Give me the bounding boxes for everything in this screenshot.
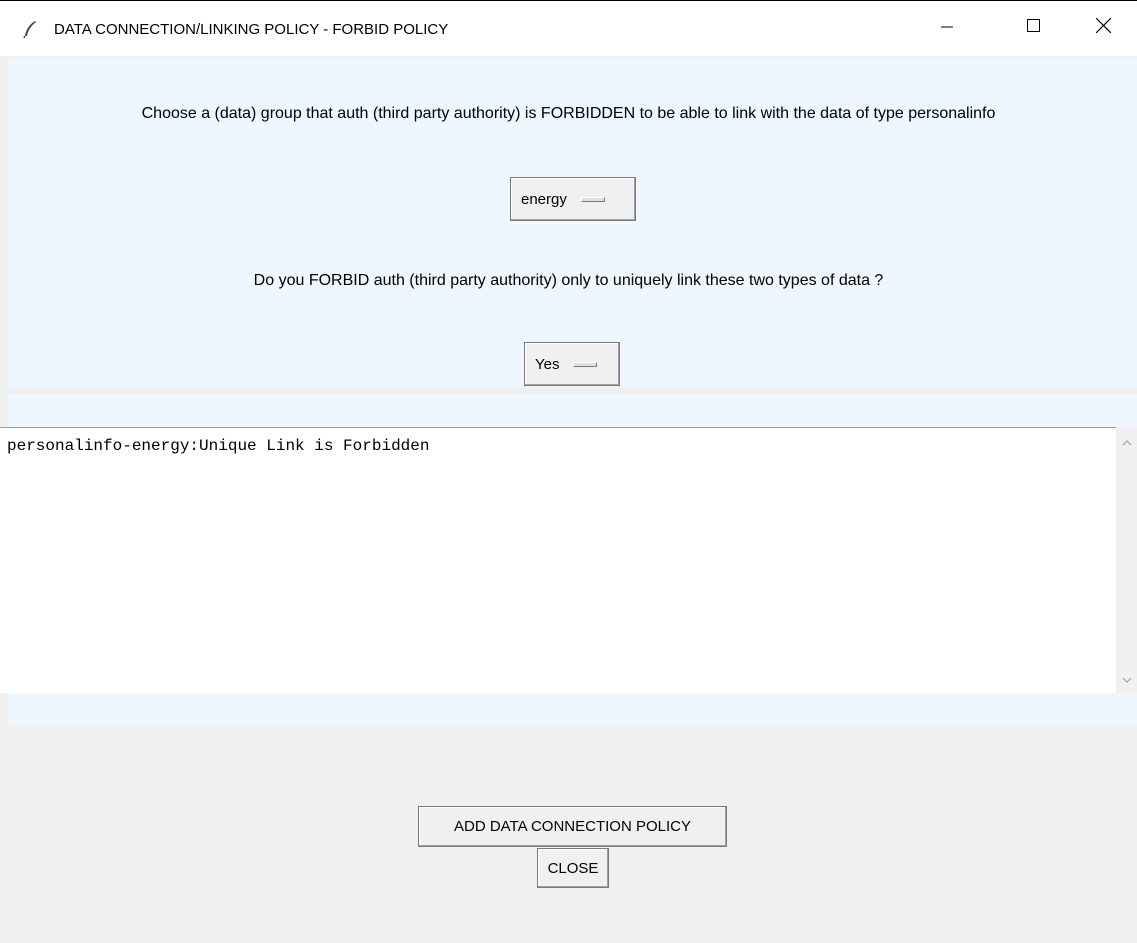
feather-icon [22, 20, 38, 39]
unique-link-prompt-label: Do you FORBID auth (third party authorit… [253, 272, 884, 289]
add-policy-button[interactable]: ADD DATA CONNECTION POLICY [418, 806, 727, 847]
vertical-scrollbar[interactable] [1116, 427, 1137, 693]
spacer-panel [8, 693, 1137, 727]
minimize-button[interactable] [919, 0, 975, 56]
option-menu-indicator-icon [580, 196, 605, 202]
group-selected-value: energy [521, 190, 567, 208]
option-menu-indicator-icon [573, 361, 598, 367]
maximize-button[interactable] [1005, 0, 1061, 56]
close-icon [1095, 17, 1111, 38]
scroll-up-button[interactable] [1116, 431, 1137, 453]
close-button[interactable]: CLOSE [537, 848, 609, 888]
unique-link-option-menu[interactable]: Yes [524, 342, 620, 386]
window-title: DATA CONNECTION/LINKING POLICY - FORBID … [54, 21, 449, 38]
chevron-down-icon [1122, 670, 1132, 688]
separator [8, 387, 1137, 394]
group-option-menu[interactable]: energy [510, 177, 636, 221]
close-window-button[interactable] [1075, 0, 1131, 56]
group-prompt-label: Choose a (data) group that auth (third p… [141, 105, 996, 122]
policy-output-line: personalinfo-energy:Unique Link is Forbi… [7, 437, 430, 455]
chevron-up-icon [1122, 433, 1132, 451]
policy-output-textarea[interactable] [0, 427, 1116, 693]
unique-link-selected-value: Yes [535, 355, 560, 373]
scroll-down-button[interactable] [1116, 668, 1137, 690]
spacer-panel [8, 394, 1137, 427]
minimize-icon [941, 19, 953, 37]
maximize-icon [1026, 19, 1040, 37]
